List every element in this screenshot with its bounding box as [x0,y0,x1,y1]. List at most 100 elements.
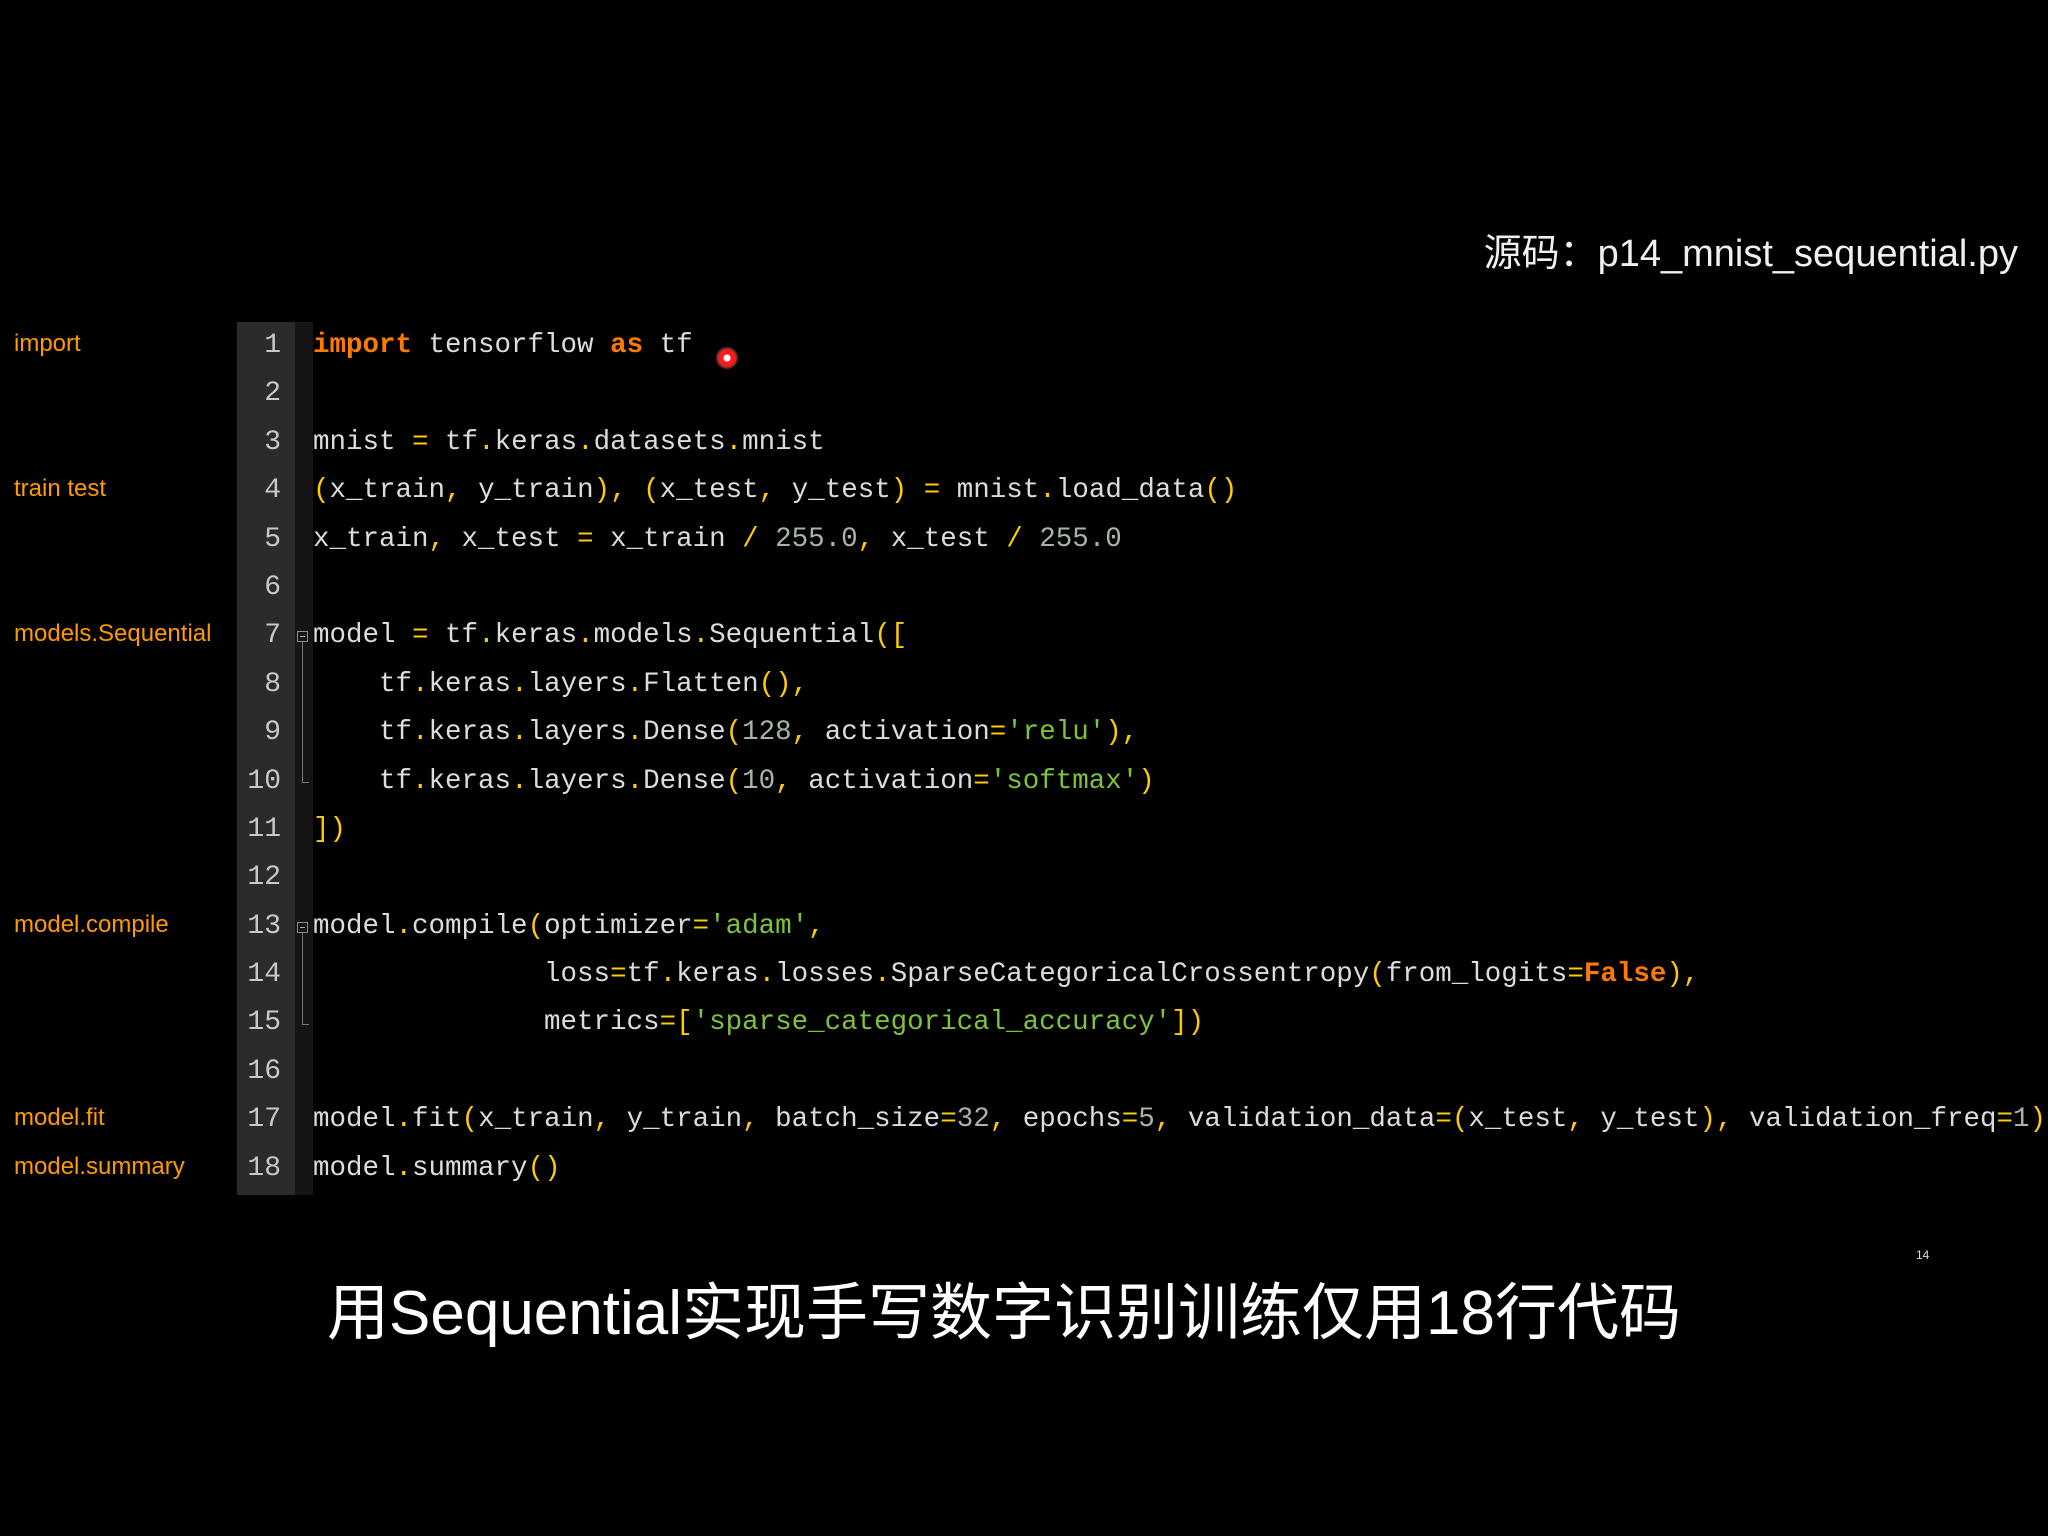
operator-token: = [923,475,941,507]
identifier-token: validation_data [1171,1104,1436,1136]
operator-token: ]) [1171,1007,1205,1039]
identifier-token: tf [643,330,693,361]
identifier-token: layers [527,717,627,749]
code-text: model.fit(x_train, y_train, batch_size=3… [313,1096,2046,1144]
identifier-token: x_train [329,475,446,507]
operator-token: . [577,426,594,458]
identifier-token: metrics [313,1007,660,1039]
operator-token: = [989,717,1007,749]
identifier-token: Sequential [709,620,875,652]
operator-token: . [874,959,891,991]
identifier-token: x_test [1468,1104,1568,1136]
identifier-token: Dense [643,765,726,797]
identifier-token: model [313,910,396,942]
identifier-token: fit [412,1104,462,1136]
operator-token: / [1006,523,1023,555]
identifier-token: load_data [1055,475,1205,507]
identifier-token: mnist [742,426,825,458]
identifier-token: model [313,1104,396,1136]
number-token: 1 [2013,1104,2030,1136]
side-label: model.fit [14,1104,105,1132]
code-text: model.compile(optimizer='adam', [313,903,825,951]
operator-token: . [626,668,644,700]
keyword-token: import [313,330,413,361]
line-number: 13 [247,910,281,942]
identifier-token: losses [775,959,875,991]
operator-token: , [758,475,776,507]
identifier-token: keras [428,668,512,700]
identifier-token: models [593,620,693,652]
operator-token: . [478,426,495,458]
operator-token: , [775,765,792,797]
number-token: 128 [742,717,792,749]
line-number: 2 [264,378,281,410]
operator-token: ), [1666,959,1700,991]
operator-token: = [1996,1104,2014,1136]
identifier-token: batch_size [758,1104,941,1136]
fold-toggle-icon[interactable] [297,921,308,933]
identifier-token: y_test [775,475,891,507]
identifier-token: optimizer [544,910,693,942]
operator-token: ( [527,910,545,942]
line-number: 5 [264,523,281,555]
video-subtitle: 用Sequential实现手写数字识别训练仅用18行代码 [327,1279,1681,1348]
side-label: import [14,330,81,357]
number-token: 32 [956,1104,990,1136]
operator-token: . [511,668,528,700]
operator-token: (), [758,668,809,700]
identifier-token: Flatten [643,668,759,700]
identifier-token: activation [808,717,990,749]
identifier-token: x_train [313,523,429,555]
operator-token: = [577,523,594,555]
operator-token: . [478,620,495,652]
code-text: tf.keras.layers.Flatten(), [313,661,808,709]
fold-toggle-icon[interactable] [297,631,308,643]
operator-token: ( [643,475,660,507]
identifier-token: model [313,620,413,652]
number-token: 5 [1138,1104,1155,1136]
operator-token: =( [1435,1104,1469,1136]
operator-token: . [412,717,429,749]
operator-token: , [742,1104,759,1136]
identifier-token: validation_freq [1732,1104,1997,1136]
code-text: model.summary() [313,1145,561,1193]
line-number: 8 [264,668,281,700]
operator-token: = [412,620,429,652]
string-token: 'softmax' [989,765,1139,797]
code-text: ]) [313,806,346,854]
identifier-token: layers [527,668,627,700]
operator-token: ), [593,475,627,507]
identifier-token: keras [428,717,512,749]
identifier-token: SparseCategoricalCrossentropy [890,959,1370,991]
operator-token: () [527,1152,561,1184]
operator-token: . [758,959,776,991]
identifier-token: mnist [313,426,413,458]
operator-token: = [692,910,710,942]
identifier-token: y_train [461,475,594,507]
identifier-token: y_test [1583,1104,1700,1136]
identifier-token: tf [428,620,479,652]
operator-token: = [940,1104,957,1136]
identifier-token: summary [412,1152,528,1184]
operator-token: . [511,765,528,797]
operator-token: . [626,765,644,797]
code-text: tf.keras.layers.Dense(10, activation='so… [313,758,1155,806]
identifier-token: x_test [659,475,759,507]
identifier-token: tensorflow [412,330,611,361]
line-number: 11 [247,813,281,845]
operator-token: . [1039,475,1056,507]
operator-token: ), [1105,717,1139,749]
identifier-token: epochs [1006,1104,1122,1136]
keyword-token: False [1583,959,1667,991]
operator-token: ]) [313,813,347,845]
operator-token: = [973,765,990,797]
operator-token: . [412,765,429,797]
operator-token: , [445,475,462,507]
identifier-token: tf [428,426,479,458]
operator-token: ) [890,475,908,507]
code-text: loss=tf.keras.losses.SparseCategoricalCr… [313,951,1699,999]
pointer-cursor-indicator [715,346,739,370]
identifier-token: keras [428,765,512,797]
operator-token: , [989,1104,1007,1136]
identifier-token [759,524,776,555]
